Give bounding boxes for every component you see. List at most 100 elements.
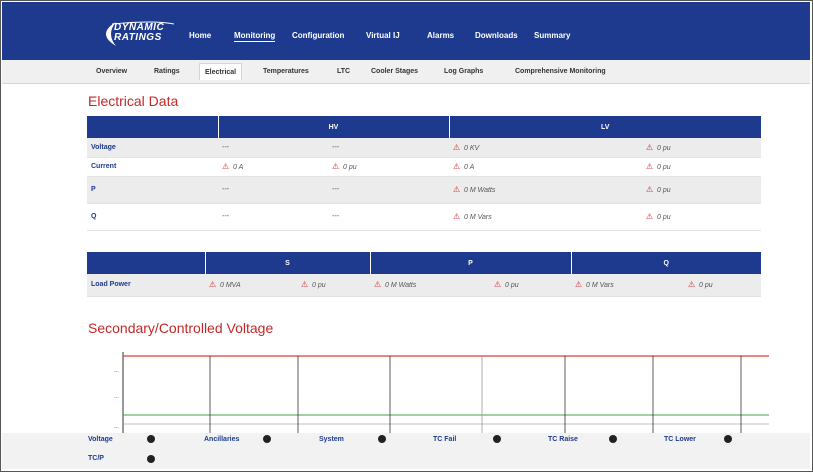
warning-icon: ⚠ bbox=[646, 212, 654, 221]
nav-alarms[interactable]: Alarms bbox=[427, 31, 454, 40]
table-cell: ⚠ 0 M Watts bbox=[449, 176, 642, 204]
cell-value: 0 A bbox=[464, 164, 475, 171]
warning-icon: ⚠ bbox=[494, 280, 502, 290]
warning-icon: ⚠ bbox=[453, 162, 461, 171]
warning-icon: ⚠ bbox=[453, 185, 461, 194]
legend-system: System bbox=[319, 436, 344, 443]
table-header-row: HV LV bbox=[87, 116, 761, 138]
warning-icon: ⚠ bbox=[301, 280, 309, 290]
table-cell: ⚠ 0 pu bbox=[297, 274, 370, 297]
table-cell: ⚠ 0 A bbox=[218, 157, 328, 177]
table-cell: ⚠ 0 pu bbox=[642, 203, 761, 231]
tab-overview[interactable]: Overview bbox=[91, 65, 132, 78]
cell-value: 0 pu bbox=[657, 187, 671, 194]
system-status-dot bbox=[378, 435, 386, 443]
table-cell: --- bbox=[328, 176, 449, 204]
row-label: Load Power bbox=[87, 274, 205, 297]
cell-value: 0 pu bbox=[657, 164, 671, 171]
tab-comprehensive-monitoring[interactable]: Comprehensive Monitoring bbox=[510, 65, 611, 78]
electrical-data-title: Electrical Data bbox=[88, 93, 179, 109]
table-cell: ⚠ 0 pu bbox=[490, 274, 571, 297]
cell-value: 0 MVA bbox=[220, 282, 241, 290]
table-cell: ⚠ 0 pu bbox=[328, 157, 449, 177]
tab-ltc[interactable]: LTC bbox=[332, 65, 355, 78]
nav-downloads[interactable]: Downloads bbox=[475, 31, 518, 40]
cell-value: 0 A bbox=[233, 164, 244, 171]
warning-icon: ⚠ bbox=[332, 162, 340, 171]
row-label: Q bbox=[87, 203, 218, 231]
top-nav-bar: DYNAMIC RATINGS Home Monitoring Configur… bbox=[2, 2, 810, 60]
cell-value: 0 pu bbox=[312, 282, 326, 290]
table-cell: --- bbox=[218, 176, 328, 204]
table-header-row: S P Q bbox=[87, 252, 761, 274]
tab-ratings[interactable]: Ratings bbox=[149, 65, 185, 78]
legend-tc-fail: TC Fail bbox=[433, 436, 457, 443]
warning-icon: ⚠ bbox=[688, 280, 696, 290]
cell-value: 0 M Watts bbox=[464, 187, 496, 194]
cell-value: 0 pu bbox=[657, 214, 671, 221]
table-cell: ⚠ 0 M Vars bbox=[571, 274, 684, 297]
tcp-status-dot bbox=[147, 455, 155, 463]
cell-value: 0 KV bbox=[464, 144, 480, 152]
nav-home[interactable]: Home bbox=[189, 31, 211, 40]
table-cell: --- bbox=[218, 138, 328, 158]
cell-value: 0 pu bbox=[343, 164, 357, 171]
ancillaries-status-dot bbox=[263, 435, 271, 443]
nav-monitoring[interactable]: Monitoring bbox=[234, 31, 276, 42]
nav-summary[interactable]: Summary bbox=[534, 31, 570, 40]
nav-configuration[interactable]: Configuration bbox=[292, 31, 344, 40]
table-cell: ⚠ 0 pu bbox=[642, 157, 761, 177]
load-power-table: S P Q Load Power ⚠ 0 MVA ⚠ 0 pu ⚠ 0 M Watts… bbox=[87, 252, 761, 297]
dynamic-ratings-logo[interactable]: DYNAMIC RATINGS bbox=[94, 20, 176, 48]
table-cell: ⚠ 0 pu bbox=[642, 138, 761, 158]
tab-electrical[interactable]: Electrical bbox=[199, 63, 243, 80]
cell-value: 0 pu bbox=[699, 282, 713, 290]
tc-raise-status-dot bbox=[609, 435, 617, 443]
warning-icon: ⚠ bbox=[209, 280, 217, 290]
warning-icon: ⚠ bbox=[222, 162, 230, 171]
warning-icon: ⚠ bbox=[453, 142, 461, 152]
table-cell: ⚠ 0 MVA bbox=[205, 274, 297, 297]
table-cell: ⚠ 0 M Vars bbox=[449, 203, 642, 231]
table-row-voltage: Voltage --- --- ⚠ 0 KV ⚠ 0 pu bbox=[87, 138, 761, 158]
cell-value: 0 M Vars bbox=[464, 214, 492, 221]
tc-lower-status-dot bbox=[724, 435, 732, 443]
cell-value: 0 M Watts bbox=[385, 282, 417, 290]
table-cell: ⚠ 0 KV bbox=[449, 138, 642, 158]
table-cell: ⚠ 0 pu bbox=[642, 176, 761, 204]
table-row-load-power: Load Power ⚠ 0 MVA ⚠ 0 pu ⚠ 0 M Watts ⚠ 0 pu… bbox=[87, 274, 761, 297]
legend-tc-raise: TC Raise bbox=[548, 436, 578, 443]
sub-tab-bar: Overview Ratings Electrical Temperatures… bbox=[2, 60, 810, 84]
table-cell: --- bbox=[218, 203, 328, 231]
y-tick-label: --- bbox=[114, 395, 119, 401]
warning-icon: ⚠ bbox=[646, 162, 654, 171]
electrical-data-table: HV LV Voltage --- --- ⚠ 0 KV ⚠ 0 pu Curren… bbox=[87, 116, 761, 231]
y-tick-label: --- bbox=[114, 369, 119, 375]
warning-icon: ⚠ bbox=[374, 280, 382, 290]
row-label: P bbox=[87, 176, 218, 204]
cell-value: 0 M Vars bbox=[586, 282, 614, 290]
warning-icon: ⚠ bbox=[575, 280, 583, 290]
voltage-chart: --- --- --- bbox=[87, 347, 777, 435]
voltage-chart-svg: --- --- --- bbox=[114, 352, 769, 433]
legend-ancillaries: Ancillaries bbox=[204, 436, 240, 443]
table-cell: --- bbox=[328, 138, 449, 158]
legend-tcp: TC/P bbox=[88, 455, 104, 462]
logo-line-2: RATINGS bbox=[114, 32, 162, 43]
header-hv: HV bbox=[218, 116, 450, 138]
header-lv: LV bbox=[449, 116, 761, 138]
header-blank bbox=[87, 116, 219, 138]
warning-icon: ⚠ bbox=[453, 212, 461, 221]
tab-cooler-stages[interactable]: Cooler Stages bbox=[366, 65, 423, 78]
logo-text: DYNAMIC RATINGS bbox=[114, 23, 164, 43]
table-row-current: Current ⚠ 0 A ⚠ 0 pu ⚠ 0 A ⚠ 0 pu bbox=[87, 157, 761, 177]
row-label: Current bbox=[87, 157, 218, 177]
cell-value: 0 pu bbox=[657, 144, 671, 152]
legend-tc-lower: TC Lower bbox=[664, 436, 696, 443]
tab-log-graphs[interactable]: Log Graphs bbox=[439, 65, 488, 78]
tab-temperatures[interactable]: Temperatures bbox=[258, 65, 314, 78]
table-cell: ⚠ 0 A bbox=[449, 157, 642, 177]
cell-value: 0 pu bbox=[505, 282, 519, 290]
nav-virtual-ij[interactable]: Virtual IJ bbox=[366, 31, 400, 40]
table-cell: ⚠ 0 M Watts bbox=[370, 274, 490, 297]
